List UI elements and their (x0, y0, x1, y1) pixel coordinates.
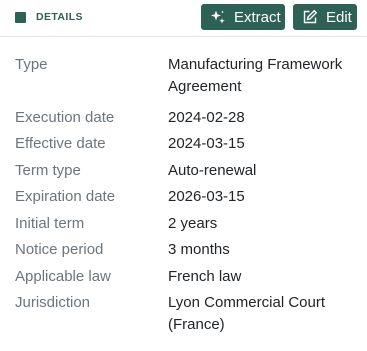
detail-value: Manufacturing Framework Agreement (168, 56, 343, 95)
detail-value: Lyon Commercial Court (France) (168, 294, 325, 333)
detail-value: 2026-03-15 (168, 188, 245, 205)
details-header: DETAILS Extract Edit (0, 0, 367, 37)
detail-label: Effective date (15, 135, 106, 152)
detail-label: Initial term (15, 215, 85, 232)
detail-value: 2024-02-28 (168, 109, 245, 126)
detail-label: Jurisdiction (15, 294, 91, 311)
detail-label: Applicable law (15, 268, 111, 285)
edit-label: Edit (326, 8, 352, 26)
detail-value: 2024-03-15 (168, 135, 245, 152)
extract-button[interactable]: Extract (201, 4, 285, 30)
detail-label: Term type (15, 162, 81, 179)
section-title: DETAILS (15, 11, 83, 23)
extract-label: Extract (234, 8, 281, 26)
edit-button[interactable]: Edit (293, 4, 357, 30)
detail-label: Notice period (15, 241, 104, 258)
detail-value: Auto-renewal (168, 162, 257, 179)
details-panel: DETAILS Extract Edit Type Manufacturing … (0, 0, 367, 351)
detail-value: 3 months (168, 241, 230, 258)
detail-label: Expiration date (15, 188, 116, 205)
pencil-square-icon (302, 9, 318, 25)
sparkles-icon (210, 9, 226, 25)
detail-value: French law (168, 268, 242, 285)
section-marker-icon (15, 11, 26, 23)
detail-label: Type (15, 56, 48, 73)
detail-label: Execution date (15, 109, 115, 126)
section-label: DETAILS (36, 11, 83, 23)
detail-value: 2 years (168, 215, 218, 232)
